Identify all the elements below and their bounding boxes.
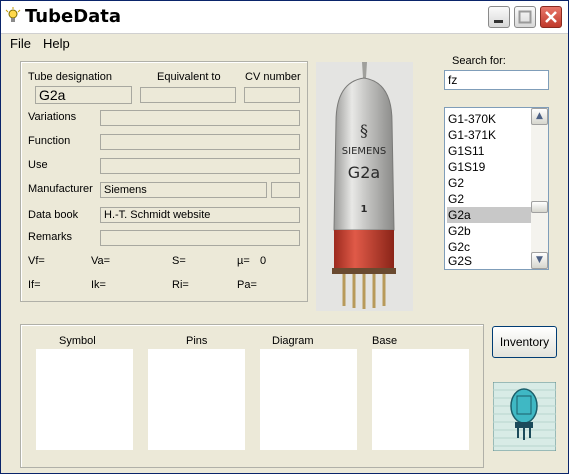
- chevron-up-icon: ▲: [536, 111, 543, 121]
- tube-photo: § SIEMENS G2a 1: [316, 62, 413, 311]
- tube-listbox[interactable]: G1-370K G1-371K G1S11 G1S19 G2 G2 G2a G2…: [444, 107, 549, 270]
- mu-value: 0: [260, 255, 267, 267]
- ri-label: Ri=: [172, 279, 189, 291]
- data-book-field[interactable]: H.-T. Schmidt website: [100, 207, 300, 223]
- manufacturer-field[interactable]: Siemens: [100, 182, 267, 198]
- diagram-label: Diagram: [272, 335, 314, 347]
- manufacturer-label: Manufacturer: [28, 183, 93, 195]
- base-label: Base: [372, 335, 398, 347]
- cv-number-label: CV number: [245, 71, 301, 83]
- title-bar[interactable]: TubeData: [1, 1, 568, 34]
- list-item[interactable]: G1S11: [447, 143, 532, 159]
- diagram-panel: [260, 349, 357, 450]
- function-label: Function: [28, 135, 71, 147]
- lightbulb-icon: [5, 7, 21, 22]
- tube-brand-text: SIEMENS: [342, 146, 386, 157]
- list-item[interactable]: G2S: [447, 253, 532, 269]
- vf-label: Vf=: [28, 255, 45, 267]
- list-item[interactable]: G2b: [447, 223, 532, 239]
- tube-number-text: 1: [361, 204, 368, 215]
- va-label: Va=: [91, 255, 111, 267]
- remarks-field[interactable]: [100, 230, 300, 246]
- list-item[interactable]: G1-370K: [447, 111, 532, 127]
- s-label: S=: [172, 255, 186, 267]
- list-item[interactable]: G1-371K: [447, 127, 532, 143]
- minimize-button[interactable]: [488, 6, 510, 28]
- maximize-icon: [518, 10, 532, 24]
- cv-number-field[interactable]: [244, 87, 300, 103]
- tube-brand-logo: §: [360, 121, 368, 140]
- data-book-label: Data book: [28, 209, 79, 221]
- main-window: TubeData File Help Tube designation Equi…: [0, 0, 569, 474]
- menu-help[interactable]: Help: [43, 36, 70, 51]
- pins-panel: [148, 349, 245, 450]
- list-item-selected[interactable]: G2a: [447, 207, 532, 223]
- maximize-button[interactable]: [514, 6, 536, 28]
- symbol-panel: [36, 349, 133, 450]
- ik-label: Ik=: [91, 279, 106, 291]
- tube-designation-label: Tube designation: [28, 71, 112, 83]
- menu-file[interactable]: File: [10, 36, 31, 51]
- manufacturer-code-field[interactable]: [271, 182, 300, 198]
- chevron-down-icon: ▼: [536, 255, 543, 265]
- if-label: If=: [28, 279, 41, 291]
- tube-designation-field[interactable]: G2a: [35, 86, 132, 104]
- function-field[interactable]: [100, 134, 300, 150]
- search-input[interactable]: fz: [444, 70, 549, 90]
- list-item[interactable]: G2: [447, 175, 532, 191]
- pins-label: Pins: [186, 335, 208, 347]
- menu-bar: File Help: [1, 34, 568, 54]
- list-item[interactable]: G2: [447, 191, 532, 207]
- symbol-label: Symbol: [59, 335, 96, 347]
- minimize-icon: [494, 20, 503, 23]
- inventory-button[interactable]: Inventory: [492, 326, 557, 358]
- use-field[interactable]: [100, 158, 300, 174]
- list-scrollbar[interactable]: ▲ ▼: [531, 108, 548, 269]
- variations-label: Variations: [28, 111, 77, 123]
- use-label: Use: [28, 159, 48, 171]
- scroll-up-button[interactable]: ▲: [531, 108, 548, 125]
- search-label: Search for:: [452, 55, 506, 67]
- close-button[interactable]: [540, 6, 562, 28]
- close-icon: [545, 11, 557, 23]
- scroll-down-button[interactable]: ▼: [531, 252, 548, 269]
- tube-model-text: G2a: [348, 163, 380, 182]
- mu-label: µ=: [237, 255, 250, 267]
- base-panel: [372, 349, 469, 450]
- tubedata-logo: [493, 382, 556, 451]
- window-title: TubeData: [25, 6, 122, 27]
- equivalent-label: Equivalent to: [157, 71, 221, 83]
- list-item[interactable]: G1S19: [447, 159, 532, 175]
- variations-field[interactable]: [100, 110, 300, 126]
- equivalent-field[interactable]: [140, 87, 236, 103]
- remarks-label: Remarks: [28, 231, 73, 243]
- pa-label: Pa=: [237, 279, 257, 291]
- scroll-thumb[interactable]: [531, 201, 548, 213]
